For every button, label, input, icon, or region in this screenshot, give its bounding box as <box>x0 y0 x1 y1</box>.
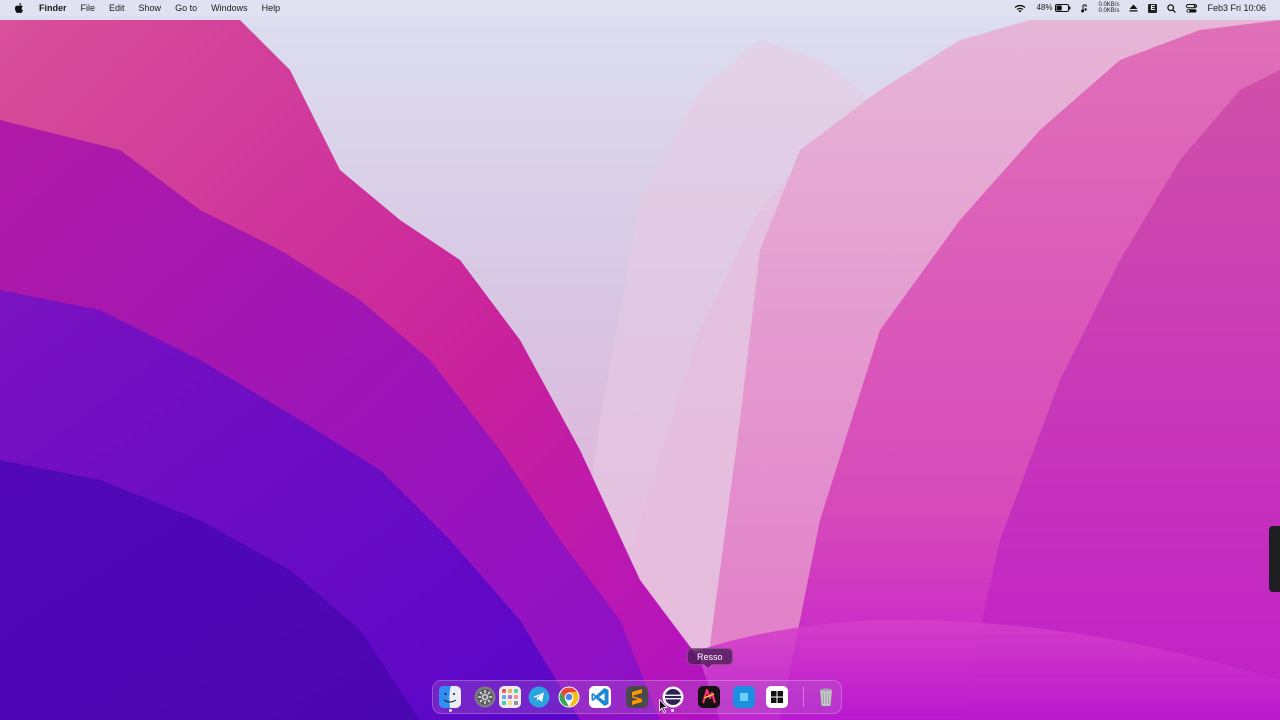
chrome-icon <box>558 686 580 708</box>
control-center-icon[interactable] <box>1186 3 1198 13</box>
network-speed[interactable]: 0.0KB/s 0.0KB/s <box>1098 2 1119 14</box>
dock-item-launchpad[interactable] <box>499 686 521 708</box>
battery-icon <box>1055 4 1071 12</box>
dock-tooltip-tail <box>704 664 712 668</box>
dock-item-sublime-text[interactable] <box>626 686 648 708</box>
gear-icon <box>474 686 496 708</box>
menu-bar: Finder File Edit Show Go to Windows Help… <box>0 0 1280 16</box>
dock-running-indicator <box>449 709 452 712</box>
menu-go-to[interactable]: Go to <box>175 0 197 16</box>
dock-item-system-preferences[interactable] <box>474 686 496 708</box>
e-badge-icon[interactable]: E <box>1148 3 1158 13</box>
audio-control-icon[interactable] <box>1081 4 1088 13</box>
menu-clock[interactable]: Feb3 Fri 10:06 <box>1207 0 1266 16</box>
dock-running-indicator <box>671 709 674 712</box>
dock-item-resso[interactable] <box>698 686 720 708</box>
wifi-icon[interactable] <box>1014 4 1026 13</box>
eject-icon[interactable] <box>1129 4 1138 12</box>
side-panel-handle[interactable] <box>1269 526 1280 592</box>
menu-edit[interactable]: Edit <box>109 0 125 16</box>
dock-item-blue-app[interactable] <box>733 686 755 708</box>
telegram-icon <box>528 686 550 708</box>
wallpaper <box>0 0 1280 720</box>
menu-file[interactable]: File <box>81 0 96 16</box>
sublime-icon <box>626 686 648 708</box>
mouse-cursor-icon <box>659 699 668 713</box>
dock-item-telegram[interactable] <box>528 686 550 708</box>
dock-tooltip: Resso <box>687 648 733 665</box>
dock-item-finder[interactable] <box>439 686 461 708</box>
dock-item-chrome[interactable] <box>558 686 580 708</box>
menu-show[interactable]: Show <box>139 0 162 16</box>
trash-icon <box>819 688 833 707</box>
menu-app-name[interactable]: Finder <box>39 0 67 16</box>
dock-separator <box>803 687 804 707</box>
net-down: 0.0KB/s <box>1098 8 1120 14</box>
dock-item-vscode[interactable] <box>589 686 611 708</box>
menu-help[interactable]: Help <box>262 0 281 16</box>
vscode-icon <box>589 686 611 708</box>
desktop: Finder File Edit Show Go to Windows Help… <box>0 0 1280 720</box>
battery-status[interactable]: 48% <box>1036 0 1071 16</box>
dock <box>432 680 842 714</box>
apple-icon[interactable] <box>14 3 24 13</box>
search-icon[interactable] <box>1167 3 1177 13</box>
window-app-icon <box>733 686 755 708</box>
finder-icon <box>439 686 461 708</box>
resso-icon <box>698 686 720 708</box>
launchpad-grid-icon <box>499 686 521 708</box>
dock-item-windows[interactable] <box>766 686 788 708</box>
battery-percent: 48% <box>1036 3 1053 12</box>
menu-windows[interactable]: Windows <box>211 0 248 16</box>
dock-item-trash[interactable] <box>815 686 837 708</box>
windows-icon <box>766 686 788 708</box>
